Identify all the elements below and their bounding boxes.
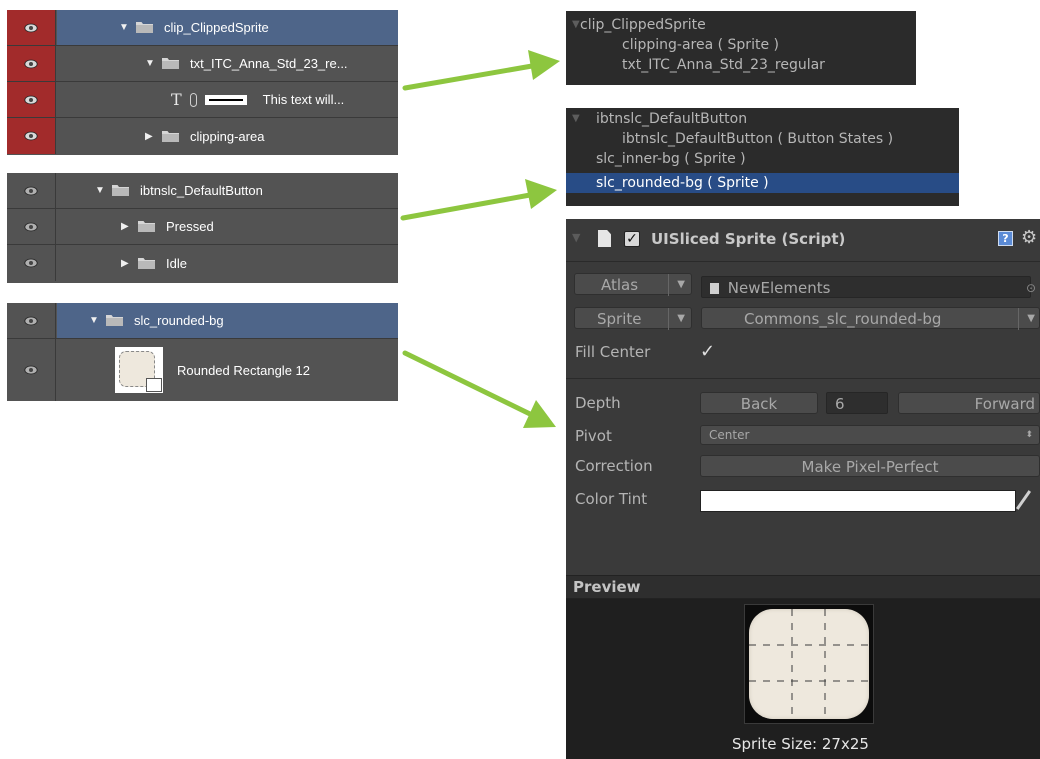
arrows-layer bbox=[400, 50, 560, 428]
arrow-icon bbox=[400, 179, 557, 221]
arrow-icon bbox=[402, 350, 556, 428]
arrow-icon bbox=[402, 50, 560, 91]
